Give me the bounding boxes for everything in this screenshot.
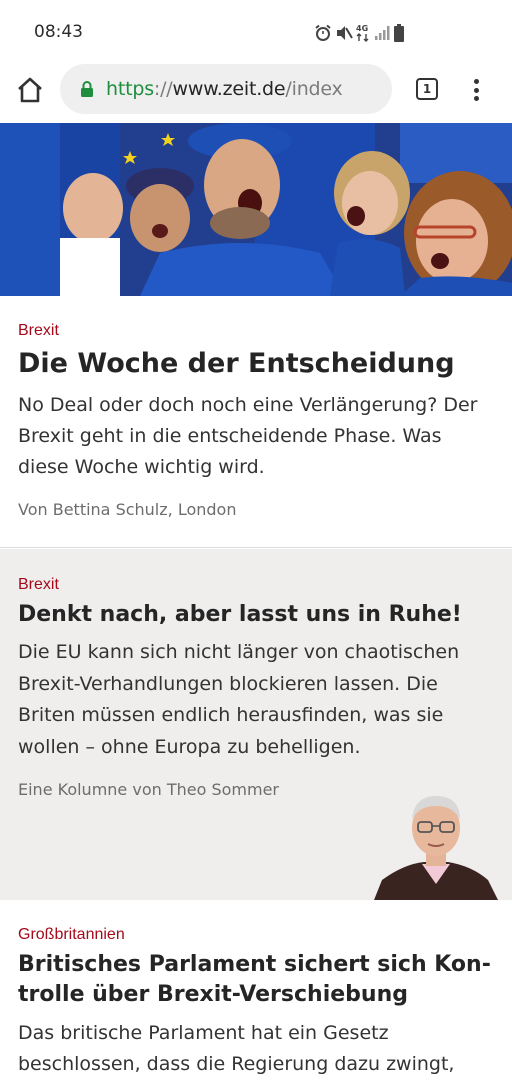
- article-summary[interactable]: No Deal oder doch noch eine Verlängerung…: [18, 390, 494, 483]
- signal-icon: [375, 26, 390, 40]
- alarm-icon: [315, 24, 331, 41]
- article-title[interactable]: Britisches Parlament sichert sich Kon-tr…: [18, 950, 492, 1010]
- article-title[interactable]: Die Woche der Entscheidung: [18, 346, 492, 382]
- author-photo: [374, 796, 498, 900]
- 4g-icon: 4G: [356, 24, 369, 42]
- mute-icon: [337, 26, 353, 40]
- article-kicker[interactable]: Brexit: [18, 322, 59, 340]
- url-host: www.zeit.de: [172, 78, 286, 100]
- status-time: 08:43: [34, 22, 83, 42]
- url-text: https://www.zeit.de/index: [106, 78, 343, 100]
- column-teaser[interactable]: Brexit Denkt nach, aber lasst uns in Ruh…: [0, 549, 512, 900]
- lock-icon: [81, 81, 93, 97]
- hero-illustration: [0, 123, 512, 296]
- url-separator: ://: [153, 78, 173, 100]
- article-byline: Von Bettina Schulz, London: [18, 500, 237, 519]
- hero-image[interactable]: [0, 123, 512, 296]
- overflow-menu-icon[interactable]: [466, 76, 486, 104]
- article-title[interactable]: Denkt nach, aber lasst uns in Ruhe!: [18, 600, 492, 630]
- article-summary[interactable]: Das britische Parlament hat ein Gesetz b…: [18, 1018, 494, 1080]
- home-icon[interactable]: [14, 74, 46, 106]
- svg-text:4G: 4G: [356, 24, 368, 33]
- address-bar[interactable]: https://www.zeit.de/index: [60, 64, 392, 114]
- article-summary[interactable]: Die EU kann sich nicht länger von chaoti…: [18, 637, 494, 763]
- tab-switcher-button[interactable]: 1: [416, 78, 438, 100]
- article-kicker[interactable]: Großbritannien: [18, 926, 125, 944]
- article-byline: Eine Kolumne von Theo Sommer: [18, 780, 280, 799]
- browser-toolbar: https://www.zeit.de/index 1: [0, 62, 512, 118]
- url-path: /index: [285, 78, 343, 100]
- article-kicker[interactable]: Brexit: [18, 576, 59, 594]
- url-scheme: https: [106, 78, 154, 100]
- status-bar: 08:43 4G: [0, 0, 512, 62]
- article-teaser[interactable]: Brexit Die Woche der Entscheidung No Dea…: [0, 296, 512, 548]
- article-teaser[interactable]: Großbritannien Britisches Parlament sich…: [0, 900, 512, 1080]
- battery-icon: [394, 24, 404, 42]
